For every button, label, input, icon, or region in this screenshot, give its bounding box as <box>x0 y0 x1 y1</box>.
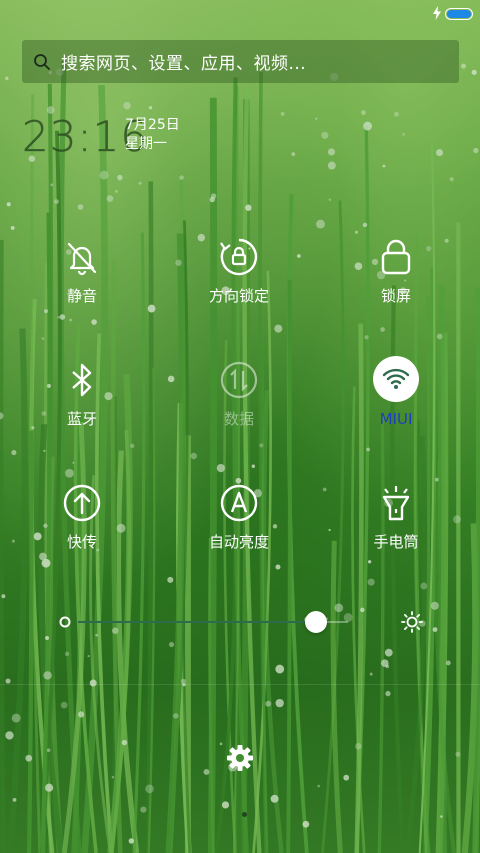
divider <box>0 684 480 685</box>
wifi-icon <box>373 356 419 402</box>
page-indicator-dot <box>242 812 247 817</box>
flashlight-icon <box>382 486 410 521</box>
toggle-mobile-data[interactable]: 数据 <box>179 360 299 460</box>
clock-weekday: 星期一 <box>125 136 167 152</box>
lock-icon <box>381 239 411 275</box>
status-bar <box>0 0 480 28</box>
bell-off-icon <box>67 242 97 276</box>
toggle-quick-transfer[interactable]: 快传 <box>22 483 142 583</box>
toggle-quick-transfer-label: 快传 <box>66 533 97 551</box>
brightness-slider[interactable] <box>56 604 426 640</box>
search-bar[interactable]: 搜索网页、设置、应用、视频... <box>22 40 459 83</box>
battery-level <box>447 10 471 18</box>
clock-date-block[interactable]: 7月25日 星期一 <box>125 116 180 154</box>
bluetooth-icon <box>72 363 92 397</box>
toggle-mobile-data-label: 数据 <box>223 410 254 428</box>
search-icon <box>34 53 50 70</box>
gear-icon[interactable] <box>226 744 254 772</box>
toggle-lock-screen[interactable]: 锁屏 <box>336 237 456 337</box>
charging-icon <box>433 6 441 20</box>
search-placeholder: 搜索网页、设置、应用、视频... <box>61 54 307 74</box>
auto-brightness-icon <box>220 484 258 522</box>
brightness-fill <box>78 621 316 623</box>
toggle-auto-brightness-label: 自动亮度 <box>208 533 269 551</box>
brightness-high-icon <box>401 611 423 633</box>
toggle-bluetooth[interactable]: 蓝牙 <box>22 360 142 460</box>
brightness-low-icon <box>59 616 71 628</box>
rotation-lock-icon <box>220 238 258 276</box>
toggle-wifi-label: MIUI <box>379 410 413 428</box>
toggle-silent[interactable]: 静音 <box>22 237 142 337</box>
toggle-silent-label: 静音 <box>66 287 97 305</box>
clock-date: 7月25日 <box>125 117 180 133</box>
battery-icon <box>445 8 473 20</box>
toggle-rotation-lock[interactable]: 方向锁定 <box>179 237 299 337</box>
toggle-flashlight-label: 手电筒 <box>373 533 419 551</box>
toggle-wifi[interactable]: MIUI <box>336 356 456 456</box>
brightness-knob[interactable] <box>304 611 327 633</box>
toggle-auto-brightness[interactable]: 自动亮度 <box>179 483 299 583</box>
toggle-bluetooth-label: 蓝牙 <box>66 410 97 428</box>
toggle-lock-screen-label: 锁屏 <box>380 287 411 305</box>
mobile-data-icon <box>220 361 258 399</box>
upload-circle-icon <box>63 484 101 522</box>
toggle-flashlight[interactable]: 手电筒 <box>336 483 456 583</box>
toggle-rotation-lock-label: 方向锁定 <box>208 287 269 305</box>
